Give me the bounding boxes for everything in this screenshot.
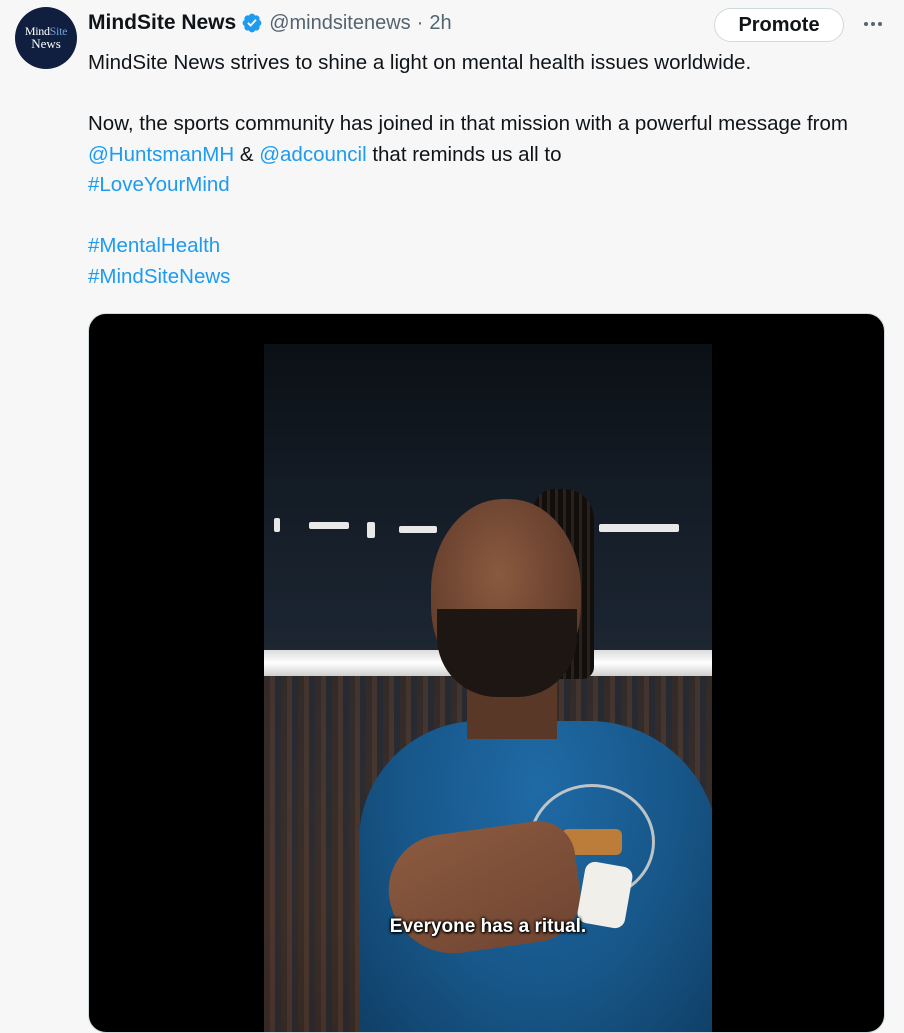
- tweet-text: MindSite News strives to shine a light o…: [88, 48, 878, 292]
- video-frame[interactable]: Everyone has a ritual.: [264, 344, 712, 1032]
- tweet-line: MindSite News strives to shine a light o…: [88, 51, 752, 74]
- avatar-logo-line2: News: [31, 35, 61, 51]
- promote-button[interactable]: Promote: [714, 8, 844, 42]
- player-figure: [359, 489, 712, 1032]
- tweet-card: MindSite News MindSite News @mindsitenew…: [0, 0, 904, 1033]
- display-name[interactable]: MindSite News: [88, 11, 236, 35]
- timestamp[interactable]: 2h: [429, 12, 451, 35]
- more-options-icon[interactable]: [860, 10, 886, 38]
- avatar[interactable]: MindSite News: [15, 7, 77, 69]
- tweet-header: MindSite News @mindsitenews · 2h: [88, 8, 452, 38]
- hashtag-mentalhealth[interactable]: #MentalHealth: [88, 234, 220, 257]
- hashtag-loveyourmind[interactable]: #LoveYourMind: [88, 173, 230, 196]
- tweet-paragraph: Now, the sports community has joined in …: [88, 109, 878, 201]
- tweet-text-segment: &: [234, 142, 260, 166]
- handle[interactable]: @mindsitenews: [269, 12, 410, 35]
- tweet-text-segment: Now, the sports community has joined in …: [88, 112, 848, 135]
- tweet-text-segment: that reminds us all to: [366, 142, 562, 166]
- video-player[interactable]: Everyone has a ritual.: [88, 313, 885, 1033]
- separator: ·: [416, 11, 424, 34]
- mention-huntsmanmh[interactable]: @HuntsmanMH: [88, 143, 234, 166]
- video-caption: Everyone has a ritual.: [389, 916, 587, 937]
- hashtag-mindsitenews[interactable]: #MindSiteNews: [88, 265, 230, 288]
- verified-badge-icon[interactable]: [241, 12, 263, 34]
- mention-adcouncil[interactable]: @adcouncil: [259, 143, 366, 166]
